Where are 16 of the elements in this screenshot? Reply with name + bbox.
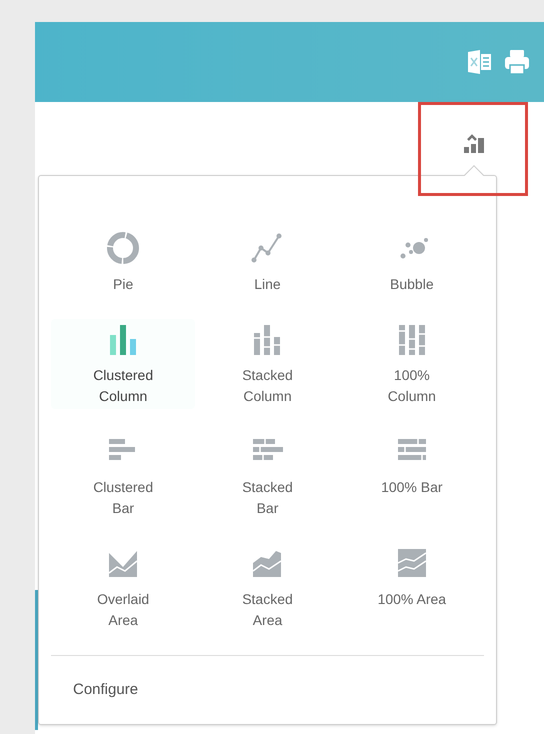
chart-type-option[interactable]: Line [195, 228, 340, 297]
chart-type-option[interactable]: Stacked Column [195, 319, 340, 409]
ring-chart-icon [105, 230, 142, 266]
chart-type-option[interactable]: Overlaid Area [51, 543, 196, 633]
chart-type-option[interactable]: 100% Area [340, 543, 484, 633]
spreadsheet-icon[interactable] [466, 48, 494, 76]
chart-type-option[interactable]: Clustered Bar [51, 431, 196, 521]
chart-type-option[interactable]: Stacked Bar [195, 431, 340, 521]
chart-type-option[interactable]: Clustered Column [51, 319, 196, 409]
chart-type-option[interactable]: Stacked Area [195, 543, 340, 633]
configure-link[interactable]: Configure [73, 678, 138, 702]
chart-type-option[interactable]: Pie [51, 228, 196, 297]
bar-chart-icon [462, 133, 486, 155]
chart-type-option[interactable]: 100% Column [340, 319, 484, 409]
chart-type-option[interactable]: Bubble [340, 228, 484, 297]
chart-type-option[interactable]: 100% Bar [340, 431, 484, 521]
